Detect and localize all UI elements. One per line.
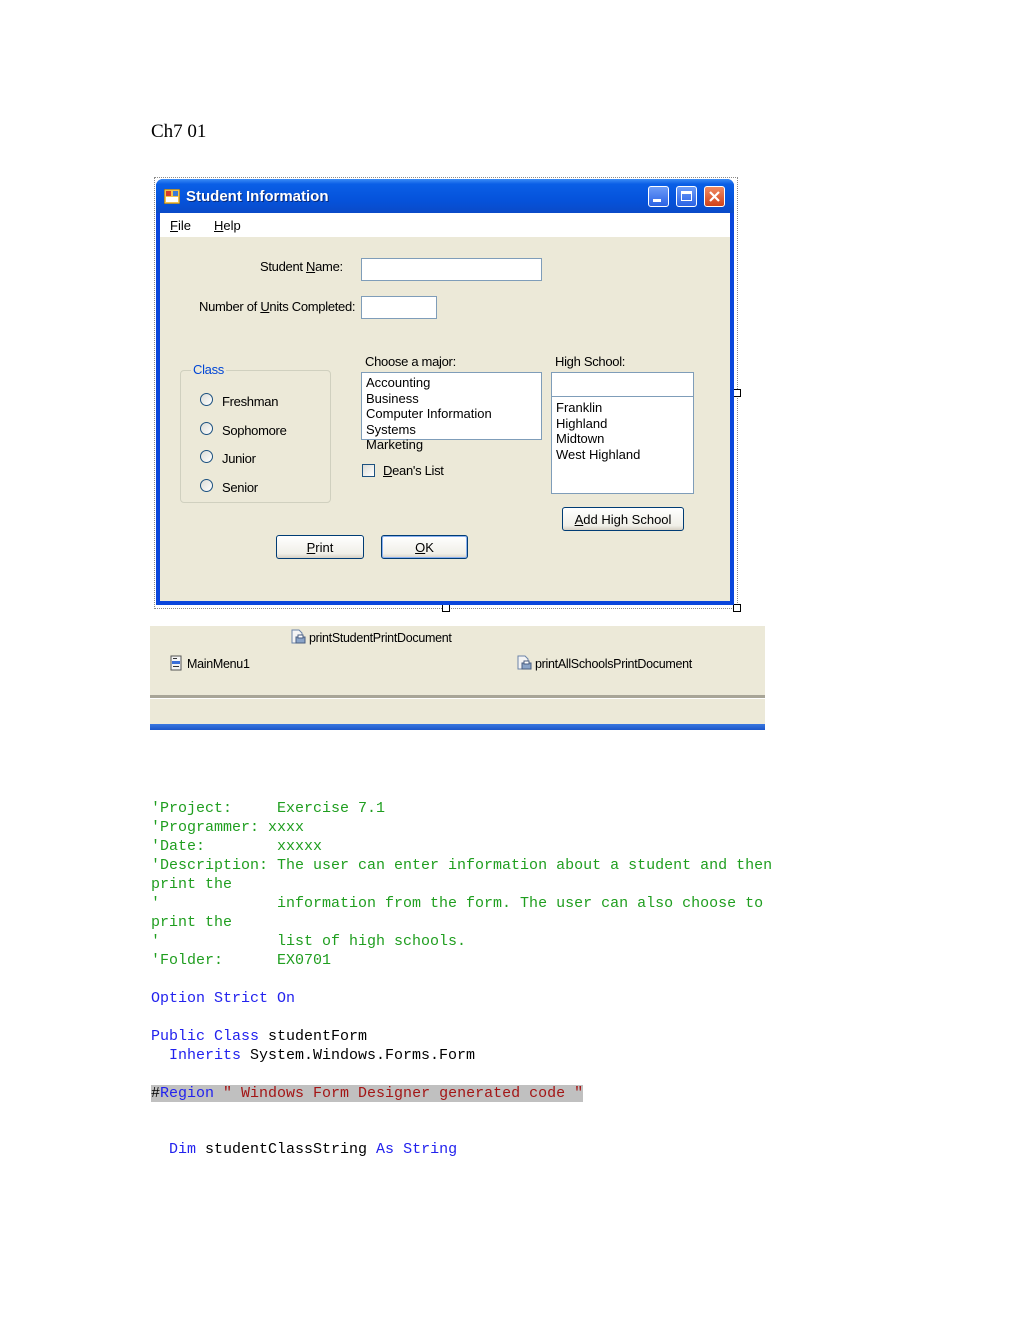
tray-item-main-menu[interactable]: MainMenu1: [168, 655, 250, 671]
code-class-declaration: Public Class studentForm: [151, 1028, 368, 1045]
resize-handle-bottom[interactable]: [442, 604, 450, 612]
tray-bottom-bar: [150, 724, 765, 730]
code-region: #Region " Windows Form Designer generate…: [151, 1085, 584, 1102]
major-label: Choose a major:: [365, 354, 456, 369]
close-button[interactable]: [704, 186, 725, 207]
code-comment-line: 'Programmer: xxxx: [151, 819, 305, 836]
title-bar[interactable]: Student Information: [156, 179, 734, 213]
minimize-icon: [653, 199, 661, 202]
high-school-label: High School:: [555, 354, 626, 369]
minimize-button[interactable]: [648, 186, 669, 207]
major-item[interactable]: Marketing: [366, 437, 537, 453]
major-listbox[interactable]: Accounting Business Computer Information…: [361, 372, 542, 452]
high-school-item[interactable]: Highland: [556, 416, 689, 432]
menu-bar: File Help: [160, 213, 730, 237]
form-icon: [164, 189, 180, 204]
code-comment-line: 'Folder: EX0701: [151, 952, 332, 969]
code-comment-line: ' information from the form. The user ca…: [151, 895, 764, 912]
menu-file[interactable]: File: [170, 218, 191, 233]
code-inherits: Inherits System.Windows.Forms.Form: [151, 1047, 476, 1064]
maximize-icon: [681, 191, 692, 201]
units-completed-label: Number of Units Completed:: [199, 299, 356, 314]
resize-handle-corner[interactable]: [733, 604, 741, 612]
major-item[interactable]: Business: [366, 391, 537, 407]
radio-sophomore[interactable]: [200, 422, 213, 435]
menu-help-label: elp: [223, 218, 241, 233]
high-school-item[interactable]: Midtown: [556, 431, 689, 447]
close-icon: [709, 191, 720, 202]
menu-help[interactable]: Help: [214, 218, 241, 233]
radio-junior-label[interactable]: Junior: [222, 451, 256, 466]
radio-junior[interactable]: [200, 450, 213, 463]
resize-handle-right[interactable]: [733, 389, 741, 397]
menu-file-mnemonic: F: [170, 218, 178, 233]
code-comment-line: print the: [151, 914, 233, 931]
print-document-icon: [291, 629, 306, 644]
radio-sophomore-label[interactable]: Sophomore: [222, 423, 287, 438]
menu-help-mnemonic: H: [214, 218, 224, 233]
student-information-window: Student Information File Help Student Na…: [156, 179, 734, 605]
ok-button[interactable]: OK: [381, 535, 468, 559]
student-name-label: Student Name:: [260, 259, 343, 274]
radio-freshman[interactable]: [200, 393, 213, 406]
add-high-school-button[interactable]: Add High School: [562, 507, 684, 531]
deans-list-checkbox[interactable]: [362, 464, 375, 477]
main-menu-icon: [170, 655, 182, 671]
radio-senior-label[interactable]: Senior: [222, 480, 258, 495]
code-option-strict: Option Strict On: [151, 990, 296, 1007]
high-school-item[interactable]: Franklin: [556, 400, 689, 416]
high-school-combo-input[interactable]: [551, 372, 694, 397]
code-dim-statement: Dim studentClassString As String: [151, 1141, 458, 1158]
component-tray: printStudentPrintDocument MainMenu1 prin…: [150, 626, 765, 730]
code-comment-line: 'Project: Exercise 7.1: [151, 800, 386, 817]
deans-list-label[interactable]: Dean's List: [383, 463, 444, 478]
student-name-input[interactable]: [361, 258, 542, 281]
print-document-icon: [517, 655, 532, 670]
print-button[interactable]: Print: [276, 535, 364, 559]
units-completed-input[interactable]: [361, 296, 437, 319]
tray-item-print-student[interactable]: printStudentPrintDocument: [290, 629, 452, 645]
major-item[interactable]: Computer Information Systems: [366, 406, 537, 437]
code-comment-line: 'Date: xxxxx: [151, 838, 323, 855]
radio-senior[interactable]: [200, 479, 213, 492]
tray-item-print-all-schools[interactable]: printAllSchoolsPrintDocument: [516, 655, 692, 671]
class-group-label: Class: [191, 362, 227, 377]
major-item[interactable]: Accounting: [366, 375, 537, 391]
document-heading: Ch7 01: [151, 121, 207, 142]
radio-freshman-label[interactable]: Freshman: [222, 394, 278, 409]
code-comment-line: ' list of high schools.: [151, 933, 467, 950]
form-client-area: Student Name: Number of Units Completed:…: [160, 237, 730, 601]
tray-separator: [150, 695, 765, 699]
maximize-button[interactable]: [676, 186, 697, 207]
high-school-item[interactable]: West Highland: [556, 447, 689, 463]
code-comment-line: print the: [151, 876, 233, 893]
code-comment-line: 'Description: The user can enter informa…: [151, 857, 773, 874]
menu-file-label: ile: [177, 218, 191, 233]
window-title: Student Information: [186, 188, 329, 205]
high-school-listbox[interactable]: Franklin Highland Midtown West Highland: [551, 396, 694, 494]
